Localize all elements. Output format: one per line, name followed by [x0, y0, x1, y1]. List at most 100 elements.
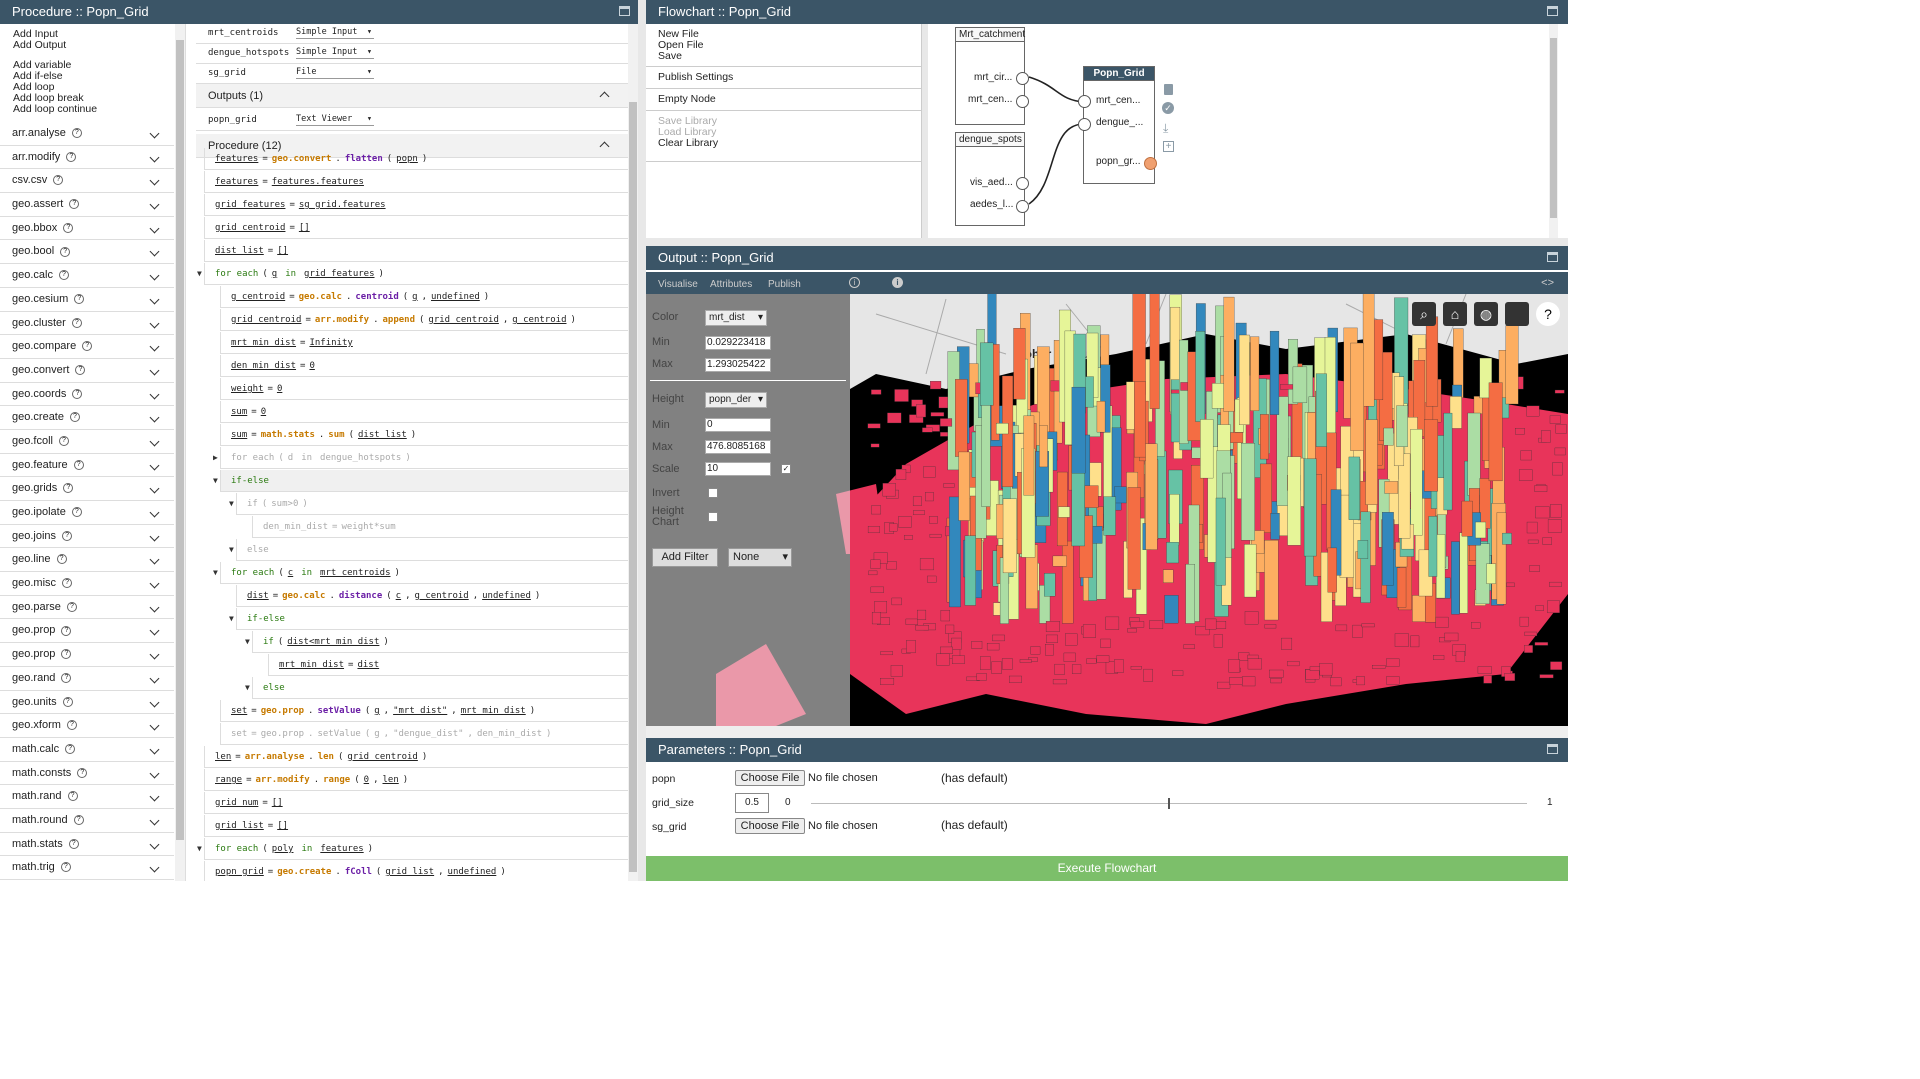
- help-icon[interactable]: ?: [53, 175, 64, 186]
- module-geo-rand[interactable]: geo.rand?: [0, 667, 174, 691]
- module-arr-modify[interactable]: arr.modify?: [0, 146, 174, 170]
- input-type-select[interactable]: Simple Input ▾: [296, 27, 374, 39]
- output-port[interactable]: [1016, 72, 1029, 85]
- add-filter-button[interactable]: Add Filter: [652, 548, 718, 567]
- horizontal-splitter[interactable]: [646, 238, 1568, 246]
- module-geo-xform[interactable]: geo.xform?: [0, 714, 174, 738]
- choose-file-button[interactable]: Choose File: [735, 818, 805, 834]
- module-geo-line[interactable]: geo.line?: [0, 548, 174, 573]
- module-math-trig[interactable]: math.trig?: [0, 856, 174, 880]
- chevron-down-icon[interactable]: [149, 649, 160, 660]
- collapse-toggle-icon[interactable]: ▼: [229, 539, 234, 561]
- help-icon[interactable]: ?: [66, 151, 77, 162]
- code-line[interactable]: len = arr.analyse. len(grid_centroid): [204, 746, 628, 768]
- output-port[interactable]: [1016, 95, 1029, 108]
- chevron-down-icon[interactable]: [149, 341, 160, 352]
- help-icon[interactable]: ?: [62, 696, 73, 707]
- code-icon[interactable]: <>: [1541, 277, 1554, 289]
- chevron-down-icon[interactable]: [149, 412, 160, 423]
- input-row[interactable]: sg_grid File ▾: [196, 64, 628, 84]
- code-line[interactable]: mrt_min_dist = Infinity: [220, 332, 628, 354]
- grid-size-input[interactable]: 0.5: [735, 793, 769, 813]
- module-geo-convert[interactable]: geo.convert?: [0, 359, 174, 383]
- chevron-down-icon[interactable]: [149, 673, 160, 684]
- chevron-down-icon[interactable]: [149, 175, 160, 186]
- help-icon[interactable]: ?: [73, 459, 84, 470]
- output-port[interactable]: [1016, 200, 1029, 213]
- add-icon[interactable]: +: [1163, 141, 1174, 152]
- help-icon[interactable]: ?: [62, 578, 73, 589]
- color-attr-select[interactable]: mrt_dist ▾: [705, 310, 767, 326]
- code-line[interactable]: set = geo.prop. setValue(g, "dengue_dist", de…: [220, 723, 628, 745]
- module-geo-prop[interactable]: geo.prop?: [0, 619, 174, 644]
- chevron-down-icon[interactable]: [149, 152, 160, 163]
- module-geo-misc[interactable]: geo.misc?: [0, 572, 174, 596]
- chevron-down-icon[interactable]: [149, 460, 160, 471]
- chevron-down-icon[interactable]: [149, 625, 160, 636]
- help-icon[interactable]: ?: [66, 720, 77, 731]
- download-icon[interactable]: ⤓: [1163, 121, 1168, 136]
- help-icon[interactable]: ?: [69, 199, 80, 210]
- code-line[interactable]: grid_list =[]: [204, 815, 628, 837]
- chevron-down-icon[interactable]: [149, 318, 160, 328]
- input-type-select[interactable]: Simple Input ▾: [296, 47, 374, 59]
- color-max-input[interactable]: 1.293025422: [705, 358, 771, 372]
- maximize-icon[interactable]: [1547, 744, 1558, 754]
- add-loop-continue-button[interactable]: Add loop continue: [0, 104, 185, 115]
- height-min-input[interactable]: 0: [705, 418, 771, 432]
- chevron-down-icon[interactable]: [149, 389, 160, 400]
- code-line[interactable]: sum = 0: [220, 401, 628, 423]
- chevron-down-icon[interactable]: [149, 862, 160, 873]
- empty-node-button[interactable]: Empty Node: [658, 94, 909, 105]
- module-math-consts[interactable]: math.consts?: [0, 762, 174, 786]
- color-min-input[interactable]: 0.029223418: [705, 336, 771, 350]
- chevron-down-icon[interactable]: [149, 531, 160, 542]
- code-line[interactable]: mrt_min_dist = dist: [268, 654, 628, 676]
- module-geo-units[interactable]: geo.units?: [0, 691, 174, 715]
- scale-checkbox[interactable]: ✓: [781, 464, 791, 474]
- procedure-scrollbar[interactable]: [628, 24, 638, 881]
- flowchart-canvas[interactable]: Mrt_catchment mrt_cir... mrt_cen... deng…: [928, 24, 1558, 238]
- input-type-select[interactable]: File ▾: [296, 67, 374, 79]
- maximize-icon[interactable]: [619, 6, 630, 16]
- panel-splitter[interactable]: [638, 0, 646, 881]
- module-geo-feature[interactable]: geo.feature?: [0, 454, 174, 478]
- chevron-down-icon[interactable]: [149, 697, 160, 707]
- module-math-rand[interactable]: math.rand?: [0, 785, 174, 809]
- code-line[interactable]: sum = math.stats. sum(dist_list): [220, 424, 628, 446]
- search-icon[interactable]: ⌕: [1412, 302, 1436, 326]
- help-icon[interactable]: ?: [58, 270, 69, 281]
- help-icon[interactable]: ?: [61, 625, 72, 636]
- code-line[interactable]: ▼ if(dist<mrt_min_dist): [245, 631, 628, 653]
- flowchart-scrollbar[interactable]: [1549, 24, 1558, 238]
- output-port[interactable]: [1016, 177, 1029, 190]
- chevron-down-icon[interactable]: [149, 436, 160, 447]
- code-line[interactable]: grid_centroid =[]: [204, 217, 628, 239]
- add-output-button[interactable]: Add Output: [0, 40, 185, 51]
- module-geo-create[interactable]: geo.create?: [0, 406, 174, 430]
- chevron-down-icon[interactable]: [149, 199, 160, 210]
- module-geo-fcoll[interactable]: geo.fcoll?: [0, 430, 174, 454]
- collapse-toggle-icon[interactable]: ▼: [229, 493, 234, 515]
- input-name[interactable]: sg_grid: [208, 68, 246, 78]
- chevron-down-icon[interactable]: [149, 294, 160, 305]
- help-icon[interactable]: ?: [63, 483, 74, 494]
- code-line[interactable]: ▼ if(sum>0): [229, 493, 628, 515]
- code-line[interactable]: den_min_dist = weight*sum: [252, 516, 628, 538]
- info-icon[interactable]: i: [849, 277, 860, 288]
- chevron-down-icon[interactable]: [149, 602, 160, 613]
- help-icon[interactable]: ?: [1536, 302, 1560, 326]
- chevron-down-icon[interactable]: [149, 507, 160, 518]
- code-line[interactable]: ▼ else: [229, 539, 628, 561]
- module-geo-compare[interactable]: geo.compare?: [0, 335, 174, 359]
- help-icon[interactable]: ?: [63, 222, 74, 233]
- code-line[interactable]: dist_list =[]: [204, 240, 628, 262]
- module-geo-prop[interactable]: geo.prop?: [0, 643, 174, 667]
- code-line[interactable]: features = geo.convert. flatten(popn): [204, 148, 628, 170]
- collapse-toggle-icon[interactable]: ▼: [245, 631, 250, 653]
- tab-visualise[interactable]: Visualise: [658, 279, 698, 290]
- help-icon[interactable]: ?: [62, 530, 73, 541]
- chevron-down-icon[interactable]: [149, 720, 160, 731]
- help-icon[interactable]: ?: [69, 412, 80, 423]
- chevron-down-icon[interactable]: [149, 744, 160, 755]
